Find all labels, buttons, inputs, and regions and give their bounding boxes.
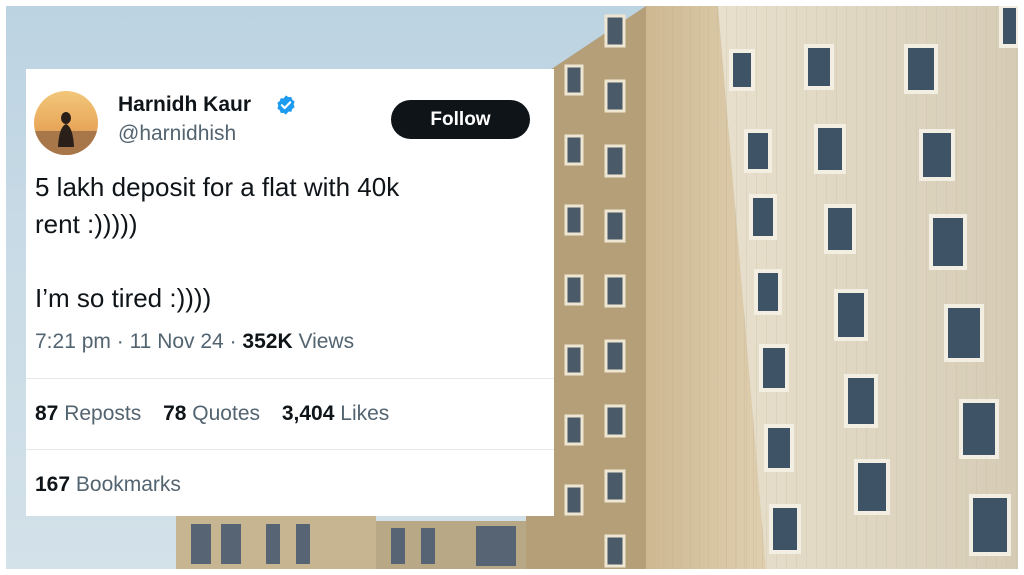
tweet-text-line-1: 5 lakh deposit for a flat with 40k <box>35 172 400 202</box>
tweet-date[interactable]: 11 Nov 24 <box>130 330 224 353</box>
likes-count: 3,404 <box>281 402 335 425</box>
divider <box>26 378 554 379</box>
profile-photo <box>34 91 98 155</box>
reposts-count: 87 <box>35 402 59 425</box>
tweet-text-line-3: I’m so tired :)))) <box>35 283 212 313</box>
follow-button[interactable]: Follow <box>391 100 530 139</box>
tweet-text-line-2: rent :))))) <box>35 209 138 239</box>
bookmarks-label: Bookmarks <box>75 473 181 496</box>
tweet-time[interactable]: 7:21 pm <box>35 330 111 353</box>
views-count: 352K <box>242 330 293 353</box>
reposts-stat[interactable]: 87 Reposts <box>35 402 141 425</box>
views-label: Views <box>298 330 355 353</box>
tweet-card: Harnidh Kaur @harnidhish Follow 5 lakh d… <box>26 69 554 516</box>
quotes-count: 78 <box>163 402 187 425</box>
meta-separator: · <box>110 330 130 353</box>
divider <box>26 449 554 450</box>
meta-separator: · <box>223 330 243 353</box>
reposts-label: Reposts <box>64 402 142 425</box>
verified-badge-icon <box>275 94 297 116</box>
bookmarks-count: 167 <box>35 473 71 496</box>
bookmarks-stat[interactable]: 167 Bookmarks <box>35 473 181 497</box>
author-name[interactable]: Harnidh Kaur <box>118 93 251 117</box>
engagement-stats: 87 Reposts 78 Quotes 3,404 Likes <box>35 402 405 426</box>
quotes-label: Quotes <box>192 402 261 425</box>
author-avatar[interactable] <box>34 91 98 155</box>
author-handle[interactable]: @harnidhish <box>118 122 236 146</box>
likes-label: Likes <box>340 402 390 425</box>
likes-stat[interactable]: 3,404 Likes <box>282 402 389 425</box>
quotes-stat[interactable]: 78 Quotes <box>163 402 260 425</box>
tweet-meta: 7:21 pm · 11 Nov 24 · 352K Views <box>35 330 354 354</box>
